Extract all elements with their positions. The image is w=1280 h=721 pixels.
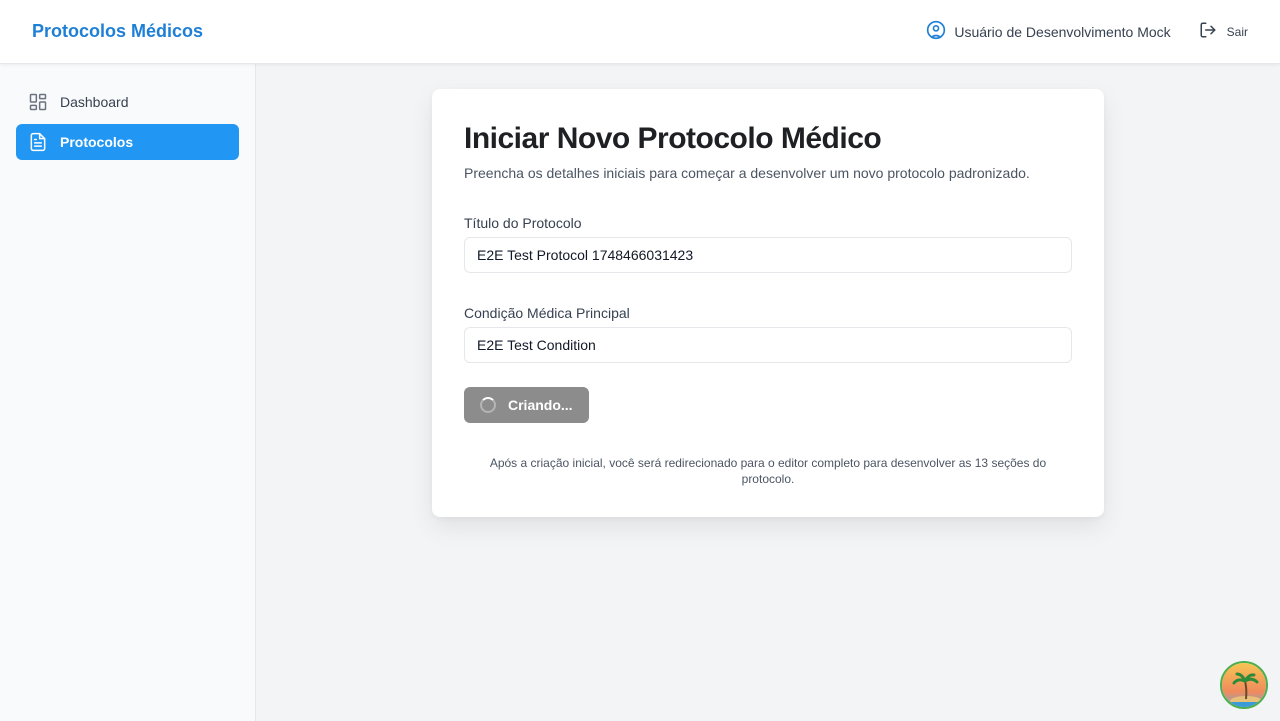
- redirect-note: Após a criação inicial, você será redire…: [489, 456, 1047, 486]
- protocol-title-label: Título do Protocolo: [464, 215, 582, 231]
- create-protocol-button[interactable]: Criando...: [464, 387, 589, 423]
- create-button-label: Criando...: [508, 397, 573, 413]
- sidebar-item-protocolos[interactable]: Protocolos: [16, 124, 239, 160]
- logout-label: Sair: [1226, 24, 1248, 39]
- top-bar: Protocolos Médicos Usuário de Desenvolvi…: [0, 0, 1280, 64]
- sidebar-item-label: Dashboard: [60, 94, 129, 110]
- user-area: Usuário de Desenvolvimento Mock Sair: [926, 20, 1248, 43]
- protocol-title-input[interactable]: [464, 237, 1072, 273]
- sidebar: Dashboard Protocolos: [0, 64, 256, 721]
- sidebar-item-dashboard[interactable]: Dashboard: [16, 84, 239, 120]
- page-subtitle: Preencha os detalhes iniciais para começ…: [464, 165, 1030, 181]
- logout-button[interactable]: Sair: [1199, 21, 1248, 42]
- user-info: Usuário de Desenvolvimento Mock: [926, 20, 1171, 43]
- dashboard-grid-icon: [28, 92, 48, 112]
- loading-spinner-icon: [480, 397, 496, 413]
- page-title: Iniciar Novo Protocolo Médico: [464, 122, 882, 155]
- island-icon: [1222, 663, 1266, 707]
- user-circle-icon: [926, 20, 946, 43]
- document-icon: [28, 132, 48, 152]
- condition-label: Condição Médica Principal: [464, 305, 630, 321]
- condition-input[interactable]: [464, 327, 1072, 363]
- logout-icon: [1199, 21, 1217, 42]
- new-protocol-card: Iniciar Novo Protocolo Médico Preencha o…: [432, 89, 1104, 517]
- user-name: Usuário de Desenvolvimento Mock: [954, 23, 1171, 40]
- sidebar-item-label: Protocolos: [60, 134, 134, 150]
- app-title[interactable]: Protocolos Médicos: [32, 21, 203, 42]
- floating-avatar[interactable]: [1220, 661, 1268, 709]
